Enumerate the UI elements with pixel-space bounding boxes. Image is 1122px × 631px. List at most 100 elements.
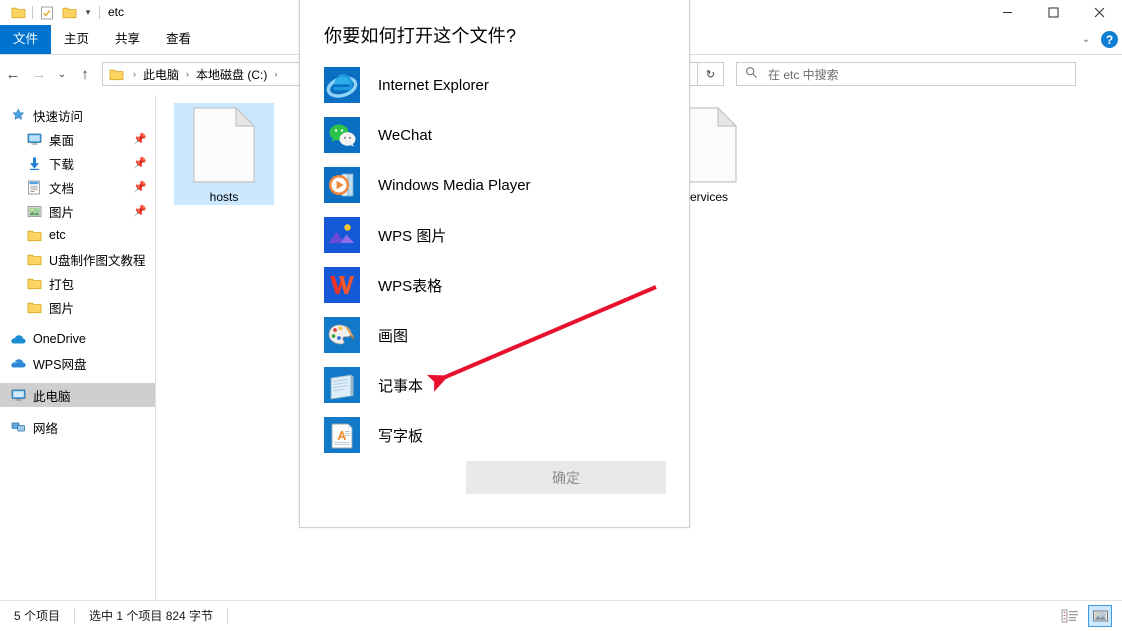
confirm-button[interactable]: 确定 [466,461,666,494]
close-button[interactable] [1076,0,1122,25]
wps-cloud-icon [10,355,26,371]
refresh-button[interactable]: ↻ [698,62,724,86]
file-name-hosts: hosts [174,189,274,205]
large-icons-view-button[interactable] [1088,605,1112,627]
sidebar-item-quick-access[interactable]: 快速访问 [0,103,155,127]
navigation-pane: 快速访问 桌面 📌 [0,95,155,600]
status-selection-info: 选中 1 个项目 824 字节 [75,606,227,626]
sidebar-label-desktop: 桌面 [49,130,74,149]
pin-icon[interactable]: 📌 [133,181,147,194]
documents-icon [26,179,42,195]
app-label-notepad: 记事本 [378,375,423,396]
app-label-wps-spreadsheet: WPS表格 [378,275,442,296]
app-label-wordpad: 写字板 [378,425,423,446]
breadcrumb-separator-1: › [181,69,194,79]
sidebar-item-pictures[interactable]: 图片 📌 [0,199,155,223]
sidebar-item-onedrive[interactable]: OneDrive [0,327,155,351]
network-icon [10,419,26,435]
app-label-internet-explorer: Internet Explorer [378,77,489,94]
status-separator-2 [227,608,228,624]
sidebar-item-usb-tutorial[interactable]: U盘制作图文教程 [0,247,155,271]
folder-icon [26,251,42,267]
tab-view[interactable]: 查看 [153,25,204,54]
file-item-hosts[interactable]: hosts [174,103,274,205]
app-label-windows-media-player: Windows Media Player [378,177,531,194]
new-folder-icon[interactable] [58,2,80,24]
folder-icon [26,275,42,291]
search-box[interactable]: 在 etc 中搜索 [736,62,1076,86]
sidebar-label-wps-cloud: WPS网盘 [33,354,86,373]
file-explorer-window: ▾ etc 文件 主页 共享 查看 ⌄ ? ← → ⌄ ↑ [0,0,1122,630]
folder-icon[interactable] [7,2,29,24]
sidebar-item-network[interactable]: 网络 [0,415,155,439]
wordpad-icon [324,417,360,453]
tab-home[interactable]: 主页 [51,25,102,54]
tab-share[interactable]: 共享 [102,25,153,54]
help-icon[interactable]: ? [1101,31,1118,48]
sidebar-item-downloads[interactable]: 下载 📌 [0,151,155,175]
maximize-button[interactable] [1030,0,1076,25]
internet-explorer-icon [324,67,360,103]
status-item-count: 5 个项目 [0,606,74,626]
wps-spreadsheet-icon [324,267,360,303]
sidebar-label-documents: 文档 [49,178,74,197]
breadcrumb-separator-0: › [128,69,141,79]
app-option-windows-media-player[interactable]: Windows Media Player [300,160,689,210]
address-folder-icon [109,68,124,81]
breadcrumb-local-disk[interactable]: 本地磁盘 (C:) [194,66,269,83]
minimize-button[interactable] [984,0,1030,25]
quick-access-dropdown-icon[interactable]: ▾ [80,2,96,24]
app-label-paint: 画图 [378,325,408,346]
app-option-internet-explorer[interactable]: Internet Explorer [300,60,689,110]
app-option-wechat[interactable]: WeChat [300,110,689,160]
status-bar: 5 个项目 选中 1 个项目 824 字节 [0,600,1122,631]
app-option-wps-photos[interactable]: WPS 图片 [300,210,689,260]
download-icon [26,155,42,171]
pictures-icon [26,203,42,219]
sidebar-label-packing: 打包 [49,274,74,293]
sidebar-item-this-pc[interactable]: 此电脑 [0,383,155,407]
desktop-icon [26,131,42,147]
sidebar-label-onedrive: OneDrive [33,332,86,346]
folder-icon [26,227,42,243]
pin-icon[interactable]: 📌 [133,157,147,170]
pin-icon[interactable]: 📌 [133,133,147,146]
app-option-wordpad[interactable]: 写字板 [300,410,689,460]
app-label-wechat: WeChat [378,127,432,144]
sidebar-label-network: 网络 [33,418,58,437]
app-option-wps-spreadsheet[interactable]: WPS表格 [300,260,689,310]
breadcrumb-separator-2: › [269,69,282,79]
paint-icon [324,317,360,353]
star-pin-icon [10,107,26,123]
recent-locations-button[interactable]: ⌄ [52,61,72,87]
forward-button[interactable]: → [26,61,52,87]
up-button[interactable]: ↑ [72,61,98,87]
app-option-notepad[interactable]: 记事本 [300,360,689,410]
this-pc-icon [10,387,26,403]
sidebar-item-pictures-folder[interactable]: 图片 [0,295,155,319]
sidebar-item-packing[interactable]: 打包 [0,271,155,295]
breadcrumb-this-pc[interactable]: 此电脑 [141,66,181,83]
dialog-footer: 确定 [300,457,689,527]
back-button[interactable]: ← [0,61,26,87]
wps-photos-icon [324,217,360,253]
sidebar-label-this-pc: 此电脑 [33,386,71,405]
chevron-down-icon[interactable]: ⌄ [1078,34,1094,45]
search-placeholder: 在 etc 中搜索 [768,66,839,83]
sidebar-item-wps-cloud[interactable]: WPS网盘 [0,351,155,375]
sidebar-item-etc[interactable]: etc [0,223,155,247]
sidebar-label-downloads: 下载 [49,154,74,173]
sidebar-label-usb-tutorial: U盘制作图文教程 [49,250,146,269]
wechat-icon [324,117,360,153]
toolbar-separator-2 [99,6,100,19]
app-option-paint[interactable]: 画图 [300,310,689,360]
sidebar-label-pictures: 图片 [49,202,74,221]
tab-file[interactable]: 文件 [0,25,51,54]
pin-icon[interactable]: 📌 [133,205,147,218]
details-view-button[interactable] [1058,605,1082,627]
sidebar-item-documents[interactable]: 文档 📌 [0,175,155,199]
windows-media-player-icon [324,167,360,203]
sidebar-item-desktop[interactable]: 桌面 📌 [0,127,155,151]
properties-icon[interactable] [36,2,58,24]
sidebar-label-pictures-folder: 图片 [49,298,74,317]
